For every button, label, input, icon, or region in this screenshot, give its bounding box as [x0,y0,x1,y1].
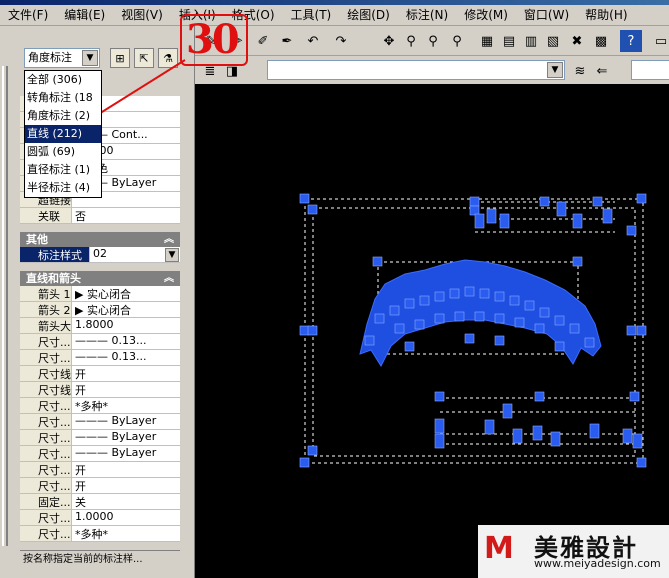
watermark: M 美雅設計 www.meiyadesign.com [478,525,669,578]
dropdown-option[interactable]: 半径标注 (4) [25,179,101,197]
dropdown-option[interactable]: 角度标注 (2) [25,107,101,125]
dropdown-option[interactable]: 直径标注 (1) [25,161,101,179]
dropdown-option[interactable]: 圆弧 (69) [25,143,101,161]
dropdown-option[interactable]: 直线 (212) [25,125,101,143]
object-type-dropdown[interactable]: 全部 (306) 转角标注 (18 角度标注 (2) 直线 (212) 圆弧 (69) 直… [24,70,102,198]
brand-url: www.meiyadesign.com [534,557,661,570]
cad-window: 文件(F) 编辑(E) 视图(V) 插入(I) 格式(O) 工具(T) 绘图(D) 标注(N)… [0,0,669,578]
dropdown-option[interactable]: 转角标注 (18 [25,89,101,107]
dropdown-option[interactable]: 全部 (306) [25,71,101,89]
brand-logo: M [484,531,514,566]
